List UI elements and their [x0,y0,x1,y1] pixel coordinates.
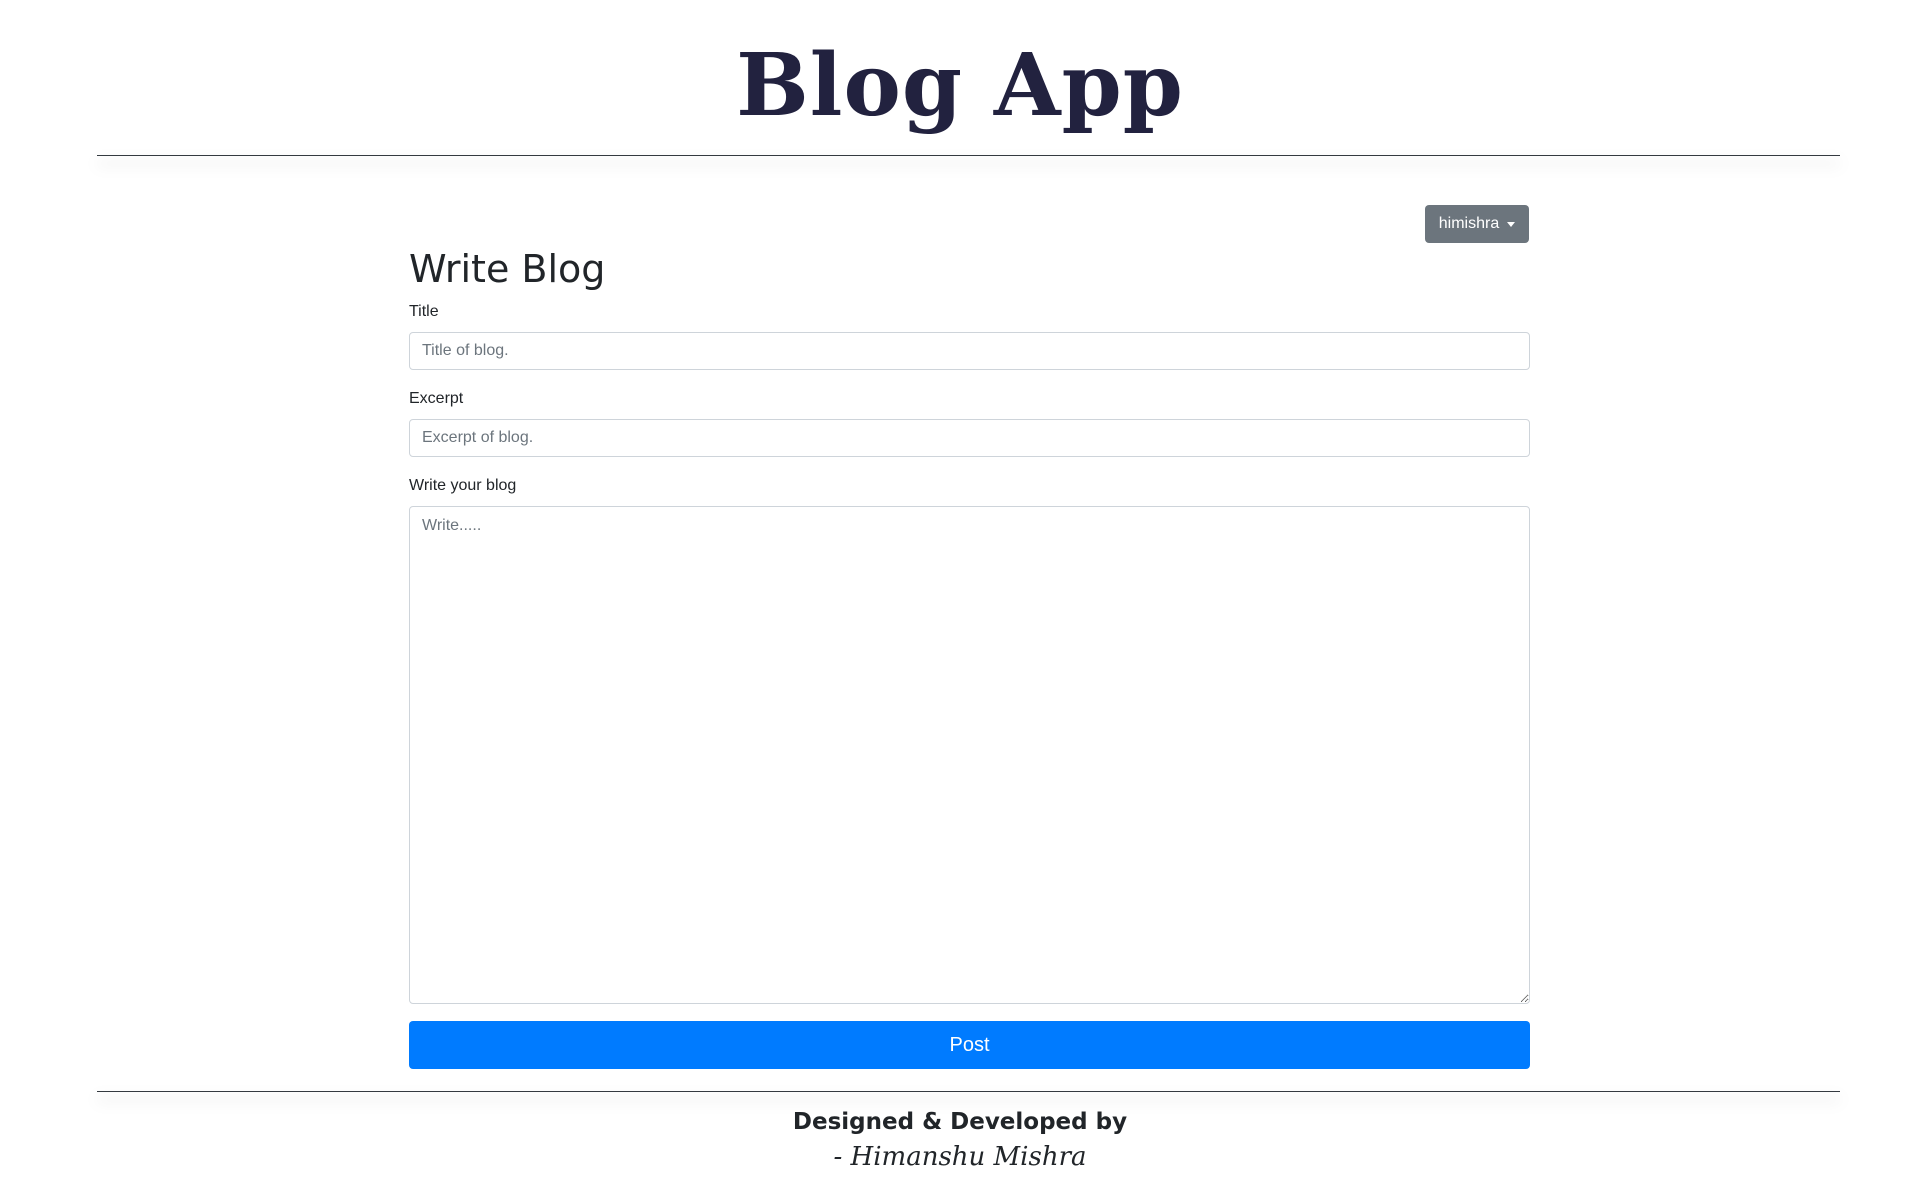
page: Blog App himishra Write Blog Title Excer… [0,0,1920,1182]
title-label: Title [409,303,439,320]
caret-down-icon [1507,221,1516,227]
app-title: Blog App [736,35,1184,136]
excerpt-input[interactable] [409,419,1530,457]
title-input[interactable] [409,332,1530,370]
page-title: Write Blog [409,247,606,291]
blog-body-label: Write your blog [409,477,517,494]
footer-divider [97,1091,1840,1092]
excerpt-label: Excerpt [409,390,464,407]
footer-author: - Himanshu Mishra [833,1142,1087,1172]
header-divider [97,155,1840,156]
blog-body-textarea[interactable] [409,506,1530,1004]
username-label: himishra [1438,215,1500,232]
footer-credit: Designed & Developed by [792,1109,1128,1135]
user-dropdown-button[interactable]: himishra [1425,205,1529,243]
post-button[interactable]: Post [409,1021,1530,1069]
